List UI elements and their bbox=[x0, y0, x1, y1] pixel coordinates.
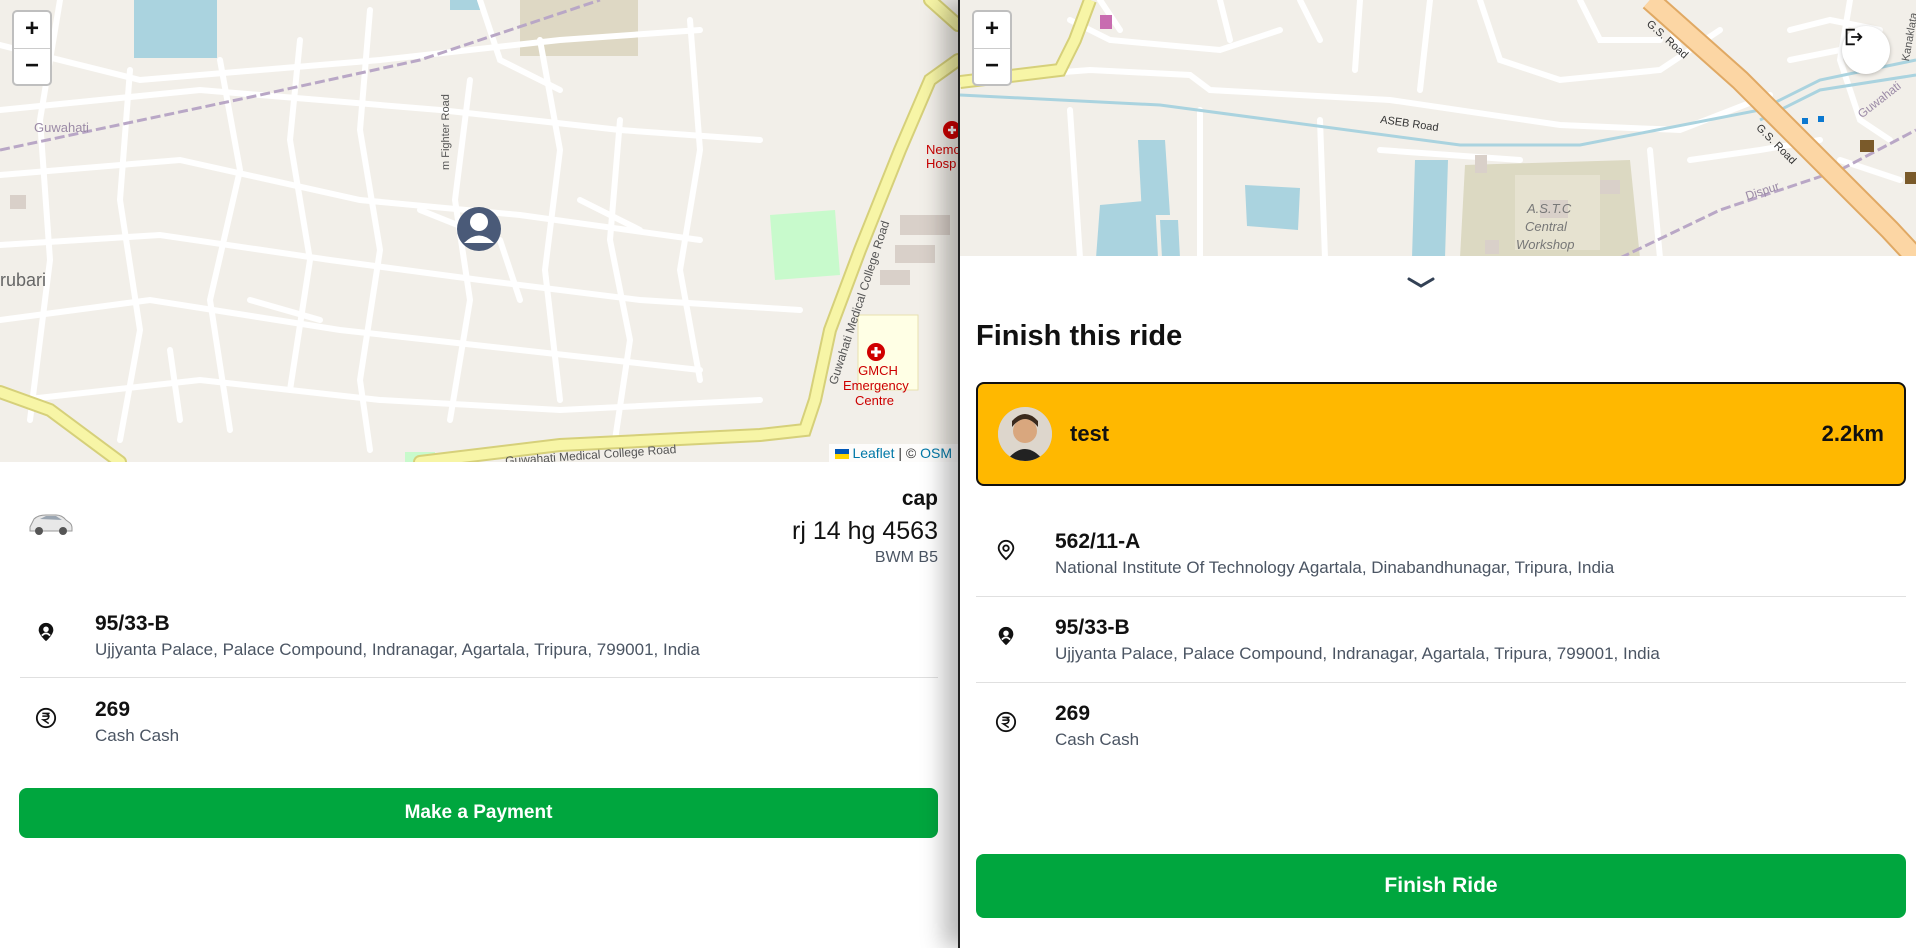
driver-info: cap rj 14 hg 4563 BWM B5 bbox=[792, 487, 938, 567]
leaflet-link[interactable]: Leaflet bbox=[852, 445, 894, 461]
destination-row: 95/33-B Ujjyanta Palace, Palace Compound… bbox=[992, 616, 1660, 664]
map-label-emergency: Emergency bbox=[843, 378, 909, 393]
map-label-nemcare: Nemc bbox=[926, 142, 958, 157]
destination-title: 95/33-B bbox=[95, 612, 170, 635]
pickup-title: 562/11-A bbox=[1055, 530, 1141, 553]
divider bbox=[976, 682, 1906, 683]
pickup-address: National Institute Of Technology Agartal… bbox=[1055, 558, 1615, 577]
map-label-rubari: rubari bbox=[0, 270, 47, 290]
vehicle-model: BWM B5 bbox=[874, 549, 938, 566]
sheet-heading: Finish this ride bbox=[976, 320, 1183, 352]
rider-name: test bbox=[1070, 421, 1110, 446]
location-person-icon bbox=[992, 622, 1020, 650]
avatar bbox=[998, 407, 1052, 461]
logout-icon bbox=[1845, 28, 1863, 46]
zoom-in-button[interactable]: + bbox=[14, 12, 50, 48]
fare-row: 269 Cash Cash bbox=[992, 702, 1139, 750]
zoom-in-button[interactable]: + bbox=[974, 12, 1010, 48]
map-label-central: Central bbox=[1525, 219, 1567, 234]
destination-address: Ujjyanta Palace, Palace Compound, Indran… bbox=[95, 640, 700, 659]
vehicle-plate: rj 14 hg 4563 bbox=[792, 517, 938, 545]
destination-address: Ujjyanta Palace, Palace Compound, Indran… bbox=[1055, 644, 1660, 663]
map-view[interactable]: ASEB Road G.S. Road G.S. Road A.S.T.C Ce… bbox=[960, 0, 1916, 258]
payment-method: Cash Cash bbox=[95, 726, 180, 745]
rupee-icon bbox=[32, 704, 60, 732]
logout-button[interactable] bbox=[1842, 26, 1890, 74]
fare-row: 269 Cash Cash bbox=[32, 698, 179, 746]
osm-link[interactable]: OSM bbox=[920, 445, 952, 461]
map-label-guwahati: Guwahati bbox=[34, 120, 89, 135]
divider bbox=[20, 677, 938, 678]
driver-name: cap bbox=[901, 487, 938, 510]
payment-method: Cash Cash bbox=[1055, 730, 1140, 749]
map-attribution: Leaflet | © OSM bbox=[829, 444, 958, 462]
rider-distance: 2.2km bbox=[1821, 421, 1884, 446]
pickup-row: 562/11-A National Institute Of Technolog… bbox=[992, 530, 1614, 578]
map-label-workshop: Workshop bbox=[1516, 237, 1575, 252]
ukraine-flag-icon bbox=[835, 449, 850, 459]
destination-title: 95/33-B bbox=[1055, 616, 1130, 639]
car-icon bbox=[26, 503, 74, 539]
driver-ride-panel: ASEB Road G.S. Road G.S. Road A.S.T.C Ce… bbox=[958, 0, 1916, 948]
fare-amount: 269 bbox=[95, 698, 131, 721]
destination-row: 95/33-B Ujjyanta Palace, Palace Compound… bbox=[32, 612, 700, 660]
map-label-fighter-road: m Fighter Road bbox=[440, 94, 452, 170]
map-view[interactable]: Guwahati rubari m Fighter Road Guwahati … bbox=[0, 0, 958, 462]
map-label-gmch: GMCH bbox=[858, 363, 898, 378]
rider-card[interactable]: test 2.2km bbox=[976, 382, 1906, 486]
rupee-icon bbox=[992, 708, 1020, 736]
map-label-centre: Centre bbox=[855, 393, 895, 408]
fare-amount: 269 bbox=[1055, 702, 1091, 725]
chevron-down-icon[interactable] bbox=[1406, 274, 1436, 292]
finish-ride-button[interactable]: Finish Ride bbox=[976, 854, 1906, 918]
map-zoom-control: + − bbox=[12, 10, 52, 86]
map-zoom-control: + − bbox=[972, 10, 1012, 86]
map-label-hospital: Hosp bbox=[926, 156, 957, 171]
location-person-icon bbox=[32, 618, 60, 646]
map-pin-icon bbox=[992, 536, 1020, 564]
make-payment-button[interactable]: Make a Payment bbox=[19, 788, 938, 838]
map-tiles bbox=[0, 0, 958, 462]
divider bbox=[976, 596, 1906, 597]
bottom-sheet: Finish this ride test 2.2km bbox=[960, 256, 1916, 948]
zoom-out-button[interactable]: − bbox=[14, 48, 50, 84]
zoom-out-button[interactable]: − bbox=[974, 48, 1010, 84]
attribution-separator: | © bbox=[894, 445, 921, 461]
map-label-astc: A.S.T.C bbox=[1527, 201, 1572, 216]
rider-ride-panel: Guwahati rubari m Fighter Road Guwahati … bbox=[0, 0, 958, 948]
